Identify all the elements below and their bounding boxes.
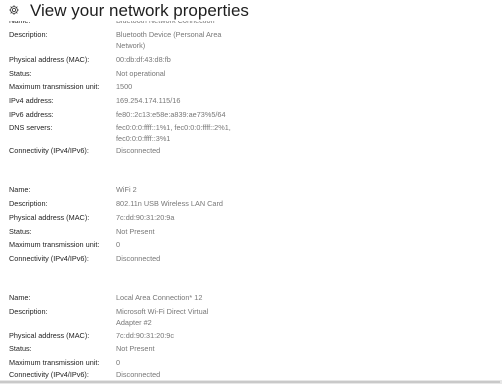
field-value: Bluetooth Device (Personal Area Network)	[116, 30, 241, 51]
ipv6-value: fe80::2c13:e58e:a839:ae73%5/64	[116, 110, 226, 119]
field-label: Maximum transmission unit:	[9, 358, 100, 367]
description-line: Network)	[116, 40, 146, 50]
field-label: IPv6 address:	[9, 110, 54, 119]
network-properties-window: Name: Bluetooth Network Connection Descr…	[0, 0, 502, 384]
page-title: View your network properties	[30, 1, 249, 20]
field-label: Physical address (MAC):	[9, 213, 90, 222]
description-line: 802.11n USB Wireless LAN Card	[116, 199, 223, 208]
description-line: Adapter #2	[116, 317, 152, 327]
field-label: DNS servers:	[9, 123, 53, 132]
mtu-value: 1500	[116, 82, 133, 91]
status-value: Not operational	[116, 69, 166, 78]
properties-scroll-area[interactable]: Name: Bluetooth Network Connection Descr…	[0, 0, 502, 380]
scrollbar-thumb[interactable]	[0, 381, 500, 383]
connectivity-value: Disconnected	[116, 370, 161, 379]
field-label: Connectivity (IPv4/IPv6):	[9, 254, 89, 263]
field-label: Maximum transmission unit:	[9, 240, 100, 249]
connectivity-value: Disconnected	[116, 146, 161, 155]
field-value: fec0:0:0:ffff::1%1, fec0:0:0:ffff::2%1, …	[116, 123, 241, 144]
field-label: Name:	[9, 293, 31, 302]
mac-value: 00:db:df:43:d8:fb	[116, 55, 171, 64]
horizontal-scrollbar[interactable]	[0, 380, 502, 384]
page-header: View your network properties	[0, 0, 502, 21]
mac-value: 7c:dd:90:31:20:9a	[116, 213, 175, 222]
field-value: Microsoft Wi-Fi Direct Virtual Adapter #…	[116, 307, 241, 328]
field-label: Connectivity (IPv4/IPv6):	[9, 370, 89, 379]
mac-value: 7c:dd:90:31:20:9c	[116, 331, 175, 340]
description-line: Bluetooth Device (Personal Area	[116, 30, 222, 39]
connectivity-value: Disconnected	[116, 254, 161, 263]
dns-line: fec0:0:0:ffff::3%1	[116, 133, 171, 143]
adapter-name-value: Local Area Connection* 12	[116, 293, 203, 302]
mtu-value: 0	[116, 240, 121, 249]
field-label: Name:	[9, 185, 31, 194]
dns-line: fec0:0:0:ffff::1%1, fec0:0:0:ffff::2%1,	[116, 123, 231, 132]
mtu-value: 0	[116, 358, 121, 367]
field-label: IPv4 address:	[9, 96, 54, 105]
field-label: Maximum transmission unit:	[9, 82, 100, 91]
field-label: Connectivity (IPv4/IPv6):	[9, 146, 89, 155]
field-label: Status:	[9, 227, 32, 236]
field-label: Description:	[9, 199, 48, 208]
field-label: Physical address (MAC):	[9, 331, 90, 340]
field-label: Status:	[9, 69, 32, 78]
field-label: Physical address (MAC):	[9, 55, 90, 64]
status-value: Not Present	[116, 344, 155, 353]
field-label: Description:	[9, 30, 48, 39]
description-line: Microsoft Wi-Fi Direct Virtual	[116, 307, 209, 316]
status-value: Not Present	[116, 227, 155, 236]
field-label: Description:	[9, 307, 48, 316]
ipv4-value: 169.254.174.115/16	[116, 96, 181, 105]
field-label: Status:	[9, 344, 32, 353]
adapter-name-value: WiFi 2	[116, 185, 137, 194]
gear-icon	[8, 3, 20, 15]
